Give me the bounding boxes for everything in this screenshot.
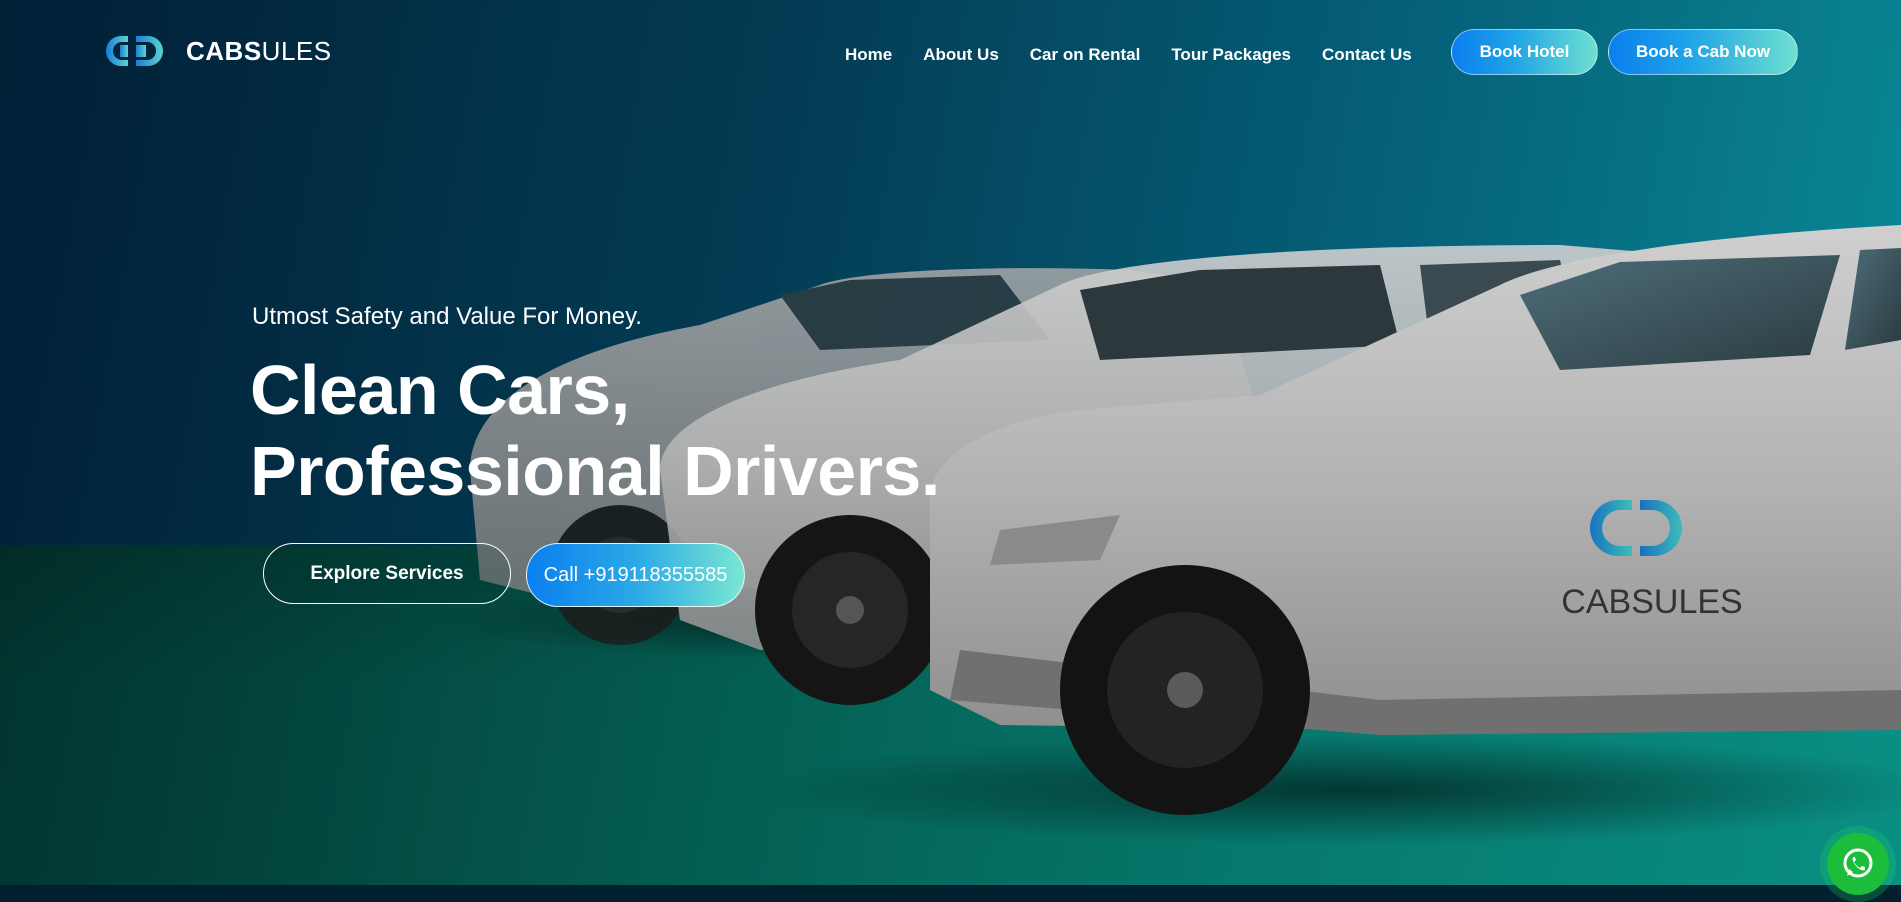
explore-services-button[interactable]: Explore Services	[263, 543, 511, 604]
brand-name-bold: CABS	[186, 36, 262, 66]
car-decal-text: CABSULES	[1561, 583, 1742, 621]
hero-headline-line1: Clean Cars,	[250, 351, 630, 429]
book-cab-button[interactable]: Book a Cab Now	[1608, 29, 1798, 75]
nav-contact-us[interactable]: Contact Us	[1322, 44, 1412, 66]
call-button[interactable]: Call +919118355585	[526, 543, 745, 607]
hero-headline: Clean Cars, Professional Drivers.	[250, 350, 940, 512]
hero-tagline: Utmost Safety and Value For Money.	[252, 303, 642, 330]
whatsapp-button-inner	[1827, 833, 1889, 895]
brand-logo[interactable]: CABSULES	[106, 36, 332, 66]
hero-headline-line2: Professional Drivers.	[250, 432, 940, 510]
cabsules-logo-icon	[106, 36, 163, 66]
whatsapp-icon	[1843, 848, 1873, 878]
nav-about-us[interactable]: About Us	[923, 44, 999, 66]
nav-car-on-rental[interactable]: Car on Rental	[1030, 44, 1141, 66]
book-hotel-button[interactable]: Book Hotel	[1451, 29, 1598, 75]
brand-name-light: ULES	[261, 36, 332, 66]
nav-tour-packages[interactable]: Tour Packages	[1171, 44, 1291, 66]
main-nav: Home About Us Car on Rental Tour Package…	[845, 44, 1443, 66]
whatsapp-button[interactable]	[1820, 826, 1896, 902]
nav-home[interactable]: Home	[845, 44, 892, 66]
brand-name: CABSULES	[186, 36, 332, 66]
